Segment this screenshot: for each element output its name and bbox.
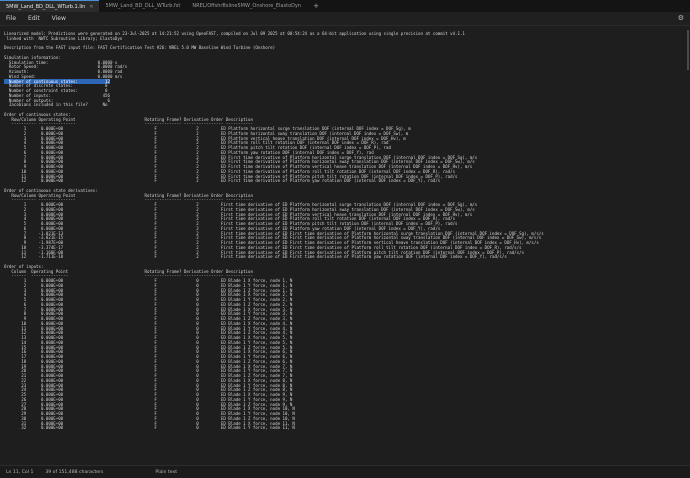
tab-bar: 5MW_Land_BD_DLL_WTurb.1.lin ✕ 5MW_Land_B…	[0, 0, 690, 12]
file-format[interactable]: Plain text	[149, 470, 183, 475]
tab-elastodyn-file[interactable]: NREL/OffshrBsline5MW_Onshore_ElastoDyn	[186, 0, 307, 12]
close-icon[interactable]: ✕	[89, 4, 93, 10]
tab-fst-file[interactable]: 5MW_Land_BD_DLL_WTurb.fst	[99, 0, 186, 12]
tab-label: 5MW_Land_BD_DLL_WTurb.fst	[105, 3, 181, 9]
cursor-position: Ln 11, Col 1	[6, 469, 34, 475]
status-bar: Ln 11, Col 1 39 of 151,488 characters Pl…	[0, 465, 690, 478]
menu-edit[interactable]: Edit	[22, 15, 46, 22]
menu-bar: File Edit View ⚙	[0, 12, 690, 26]
new-tab-plus-icon[interactable]: +	[307, 0, 325, 12]
text-editor[interactable]: Linearized model: Predictions were gener…	[0, 26, 690, 462]
selection-count: 39 of 151,488 characters	[45, 469, 104, 475]
gear-icon[interactable]: ⚙	[678, 14, 684, 22]
tab-label: 5MW_Land_BD_DLL_WTurb.1.lin	[6, 3, 86, 10]
scrollbar-thumb[interactable]	[687, 30, 689, 70]
editor-line[interactable]: 32 0.000E+00 F 0 ED Blade 1 Y force, nod…	[4, 425, 690, 431]
tab-lin-file[interactable]: 5MW_Land_BD_DLL_WTurb.1.lin ✕	[0, 0, 100, 12]
editor-content[interactable]: Linearized model: Predictions were gener…	[0, 26, 690, 431]
tab-label: NREL/OffshrBsline5MW_Onshore_ElastoDyn	[192, 3, 302, 9]
menu-view[interactable]: View	[46, 15, 72, 22]
menu-file[interactable]: File	[0, 15, 22, 22]
vertical-scrollbar[interactable]	[686, 26, 690, 462]
